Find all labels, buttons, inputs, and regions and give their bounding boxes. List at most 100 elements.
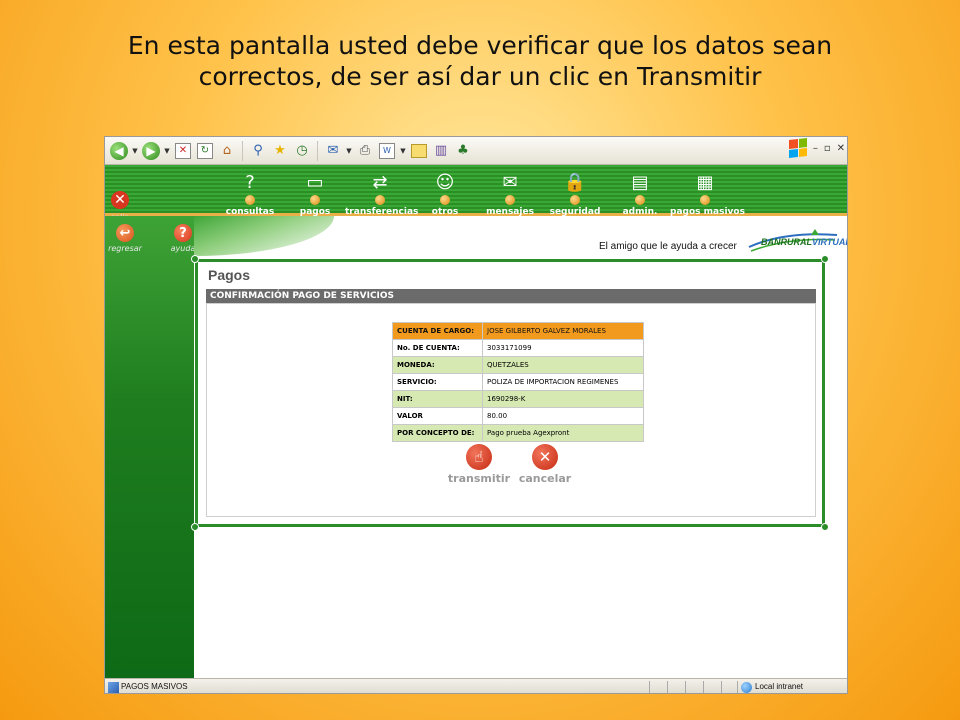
table-row: MONEDA: QUETZALES	[392, 356, 644, 374]
row-label: MONEDA:	[392, 356, 483, 374]
row-value: QUETZALES	[482, 356, 644, 374]
nav-item-mensajes[interactable]: ✉ mensajes	[475, 171, 545, 217]
row-label: SERVICIO:	[392, 373, 483, 391]
forward-icon[interactable]: ▶	[141, 141, 161, 161]
logout-icon[interactable]: ✕	[111, 191, 129, 209]
cancel-icon: ✕	[532, 444, 558, 470]
nav-item-pagos[interactable]: ▭ pagos	[280, 171, 350, 217]
close-icon[interactable]: ✕	[837, 143, 845, 154]
row-label: No. DE CUENTA:	[392, 339, 483, 357]
forward-dropdown-icon[interactable]: ▼	[163, 141, 171, 161]
browser-toolbar: ◀ ▼ ▶ ▼ ✕ ↻ ⌂ ⚲ ★ ◷ ✉ ▼ ⎙ W ▼ ▥ ♣ – ▫ ✕	[105, 137, 847, 165]
status-divider	[737, 681, 738, 693]
mail-dropdown-icon[interactable]: ▼	[345, 141, 353, 161]
restore-icon[interactable]: ▫	[824, 143, 831, 154]
nav-label: mensajes	[486, 207, 534, 217]
transmit-icon: ☝	[466, 444, 492, 470]
row-value: 80.00	[482, 407, 644, 425]
bank-tagline: El amigo que le ayuda a crecer	[599, 241, 737, 252]
nav-dot-icon	[700, 195, 710, 205]
status-divider	[703, 681, 704, 693]
row-value: Pago prueba Agexpront	[482, 424, 644, 442]
confirmation-box: CUENTA DE CARGO: JOSE GILBERTO GALVEZ MOR…	[206, 303, 816, 517]
toolbar-separator	[317, 140, 318, 161]
toolbar-separator	[242, 140, 243, 161]
payment-panel: Pagos CONFIRMACIÓN PAGO DE SERVICIOS CUE…	[191, 255, 829, 531]
row-label: POR CONCEPTO DE:	[392, 424, 483, 442]
status-divider	[649, 681, 650, 693]
nav-item-consultas[interactable]: ? consultas	[215, 171, 285, 217]
history-icon[interactable]: ◷	[292, 141, 312, 161]
row-value: JOSE GILBERTO GALVEZ MORALES	[482, 322, 644, 340]
nav-item-admin[interactable]: ▤ admin.	[605, 171, 675, 217]
row-label: VALOR	[392, 407, 483, 425]
edit-dropdown-icon[interactable]: ▼	[399, 141, 407, 161]
nav-item-seguridad[interactable]: 🔒 seguridad	[540, 171, 610, 217]
browser-status-bar: PAGOS MASIVOS Local intranet	[105, 678, 847, 693]
help-icon: ?	[174, 224, 192, 242]
nav-item-pagos-masivos[interactable]: ▦ pagos masivos	[670, 171, 745, 217]
nav-label: seguridad	[549, 207, 601, 217]
left-sidebar: ↩ regresar ? ayuda	[105, 216, 195, 678]
search-icon[interactable]: ⚲	[248, 141, 268, 161]
caption-line-1: En esta pantalla usted debe verificar qu…	[127, 31, 833, 60]
back-label: regresar	[108, 244, 142, 253]
smiley-icon: ☺	[435, 172, 455, 193]
stop-icon[interactable]: ✕	[173, 141, 193, 161]
back-arrow-icon: ↩	[116, 224, 134, 242]
transmit-label: transmitir	[447, 472, 511, 485]
status-divider	[685, 681, 686, 693]
page-title: Pagos	[208, 267, 251, 283]
research-icon[interactable]: ▥	[431, 141, 451, 161]
cancel-button[interactable]: ✕ cancelar	[515, 444, 575, 485]
row-value: 1690298-K	[482, 390, 644, 408]
nav-item-transferencias[interactable]: ⇄ transferencias	[345, 171, 418, 217]
brand-text: BANRURALVIRTUAL	[761, 237, 847, 247]
favorites-icon[interactable]: ★	[270, 141, 290, 161]
status-divider	[667, 681, 668, 693]
nav-dot-icon	[570, 195, 580, 205]
table-row: No. DE CUENTA: 3033171099	[392, 339, 644, 357]
nav-dot-icon	[375, 195, 385, 205]
edit-icon[interactable]: W	[377, 141, 397, 161]
nav-dot-icon	[440, 195, 450, 205]
page-icon	[108, 682, 119, 693]
status-divider	[721, 681, 722, 693]
minimize-icon[interactable]: –	[813, 143, 818, 154]
row-label: CUENTA DE CARGO:	[392, 322, 483, 340]
table-row: SERVICIO: POLIZA DE IMPORTACION REGIMENES	[392, 373, 644, 391]
refresh-icon[interactable]: ↻	[195, 141, 215, 161]
nav-dot-icon	[310, 195, 320, 205]
transmit-button[interactable]: ☝ transmitir	[447, 444, 511, 485]
table-row: CUENTA DE CARGO: JOSE GILBERTO GALVEZ MOR…	[392, 322, 644, 340]
header-swoosh	[194, 216, 334, 256]
nav-dot-icon	[245, 195, 255, 205]
status-text: PAGOS MASIVOS	[121, 682, 188, 691]
table-row: VALOR 80.00	[392, 407, 644, 425]
nav-item-otros[interactable]: ☺ otros	[410, 171, 480, 217]
payment-details-table: CUENTA DE CARGO: JOSE GILBERTO GALVEZ MOR…	[392, 322, 644, 442]
transfer-icon: ⇄	[372, 172, 388, 193]
folder-icon[interactable]	[409, 141, 429, 161]
section-header: CONFIRMACIÓN PAGO DE SERVICIOS	[206, 289, 816, 303]
back-dropdown-icon[interactable]: ▼	[131, 141, 139, 161]
panel-corner-dot	[191, 255, 199, 263]
home-icon[interactable]: ⌂	[217, 141, 237, 161]
print-icon[interactable]: ⎙	[355, 141, 375, 161]
back-icon[interactable]: ◀	[109, 141, 129, 161]
row-value: 3033171099	[482, 339, 644, 357]
back-button[interactable]: ↩ regresar	[105, 224, 145, 253]
row-value: POLIZA DE IMPORTACION REGIMENES	[482, 373, 644, 391]
panel-corner-dot	[191, 523, 199, 531]
browser-screenshot: ◀ ▼ ▶ ▼ ✕ ↻ ⌂ ⚲ ★ ◷ ✉ ▼ ⎙ W ▼ ▥ ♣ – ▫ ✕ …	[104, 136, 848, 694]
question-icon: ?	[245, 172, 255, 193]
windows-logo-icon	[788, 138, 807, 158]
nav-dot-icon	[505, 195, 515, 205]
mail-icon[interactable]: ✉	[323, 141, 343, 161]
messenger-icon[interactable]: ♣	[453, 141, 473, 161]
envelope-icon: ✉	[502, 172, 518, 193]
payment-card-icon: ▭	[306, 172, 324, 193]
cancel-label: cancelar	[518, 472, 572, 485]
table-row: NIT: 1690298-K	[392, 390, 644, 408]
table-row: POR CONCEPTO DE: Pago prueba Agexpront	[392, 424, 644, 442]
